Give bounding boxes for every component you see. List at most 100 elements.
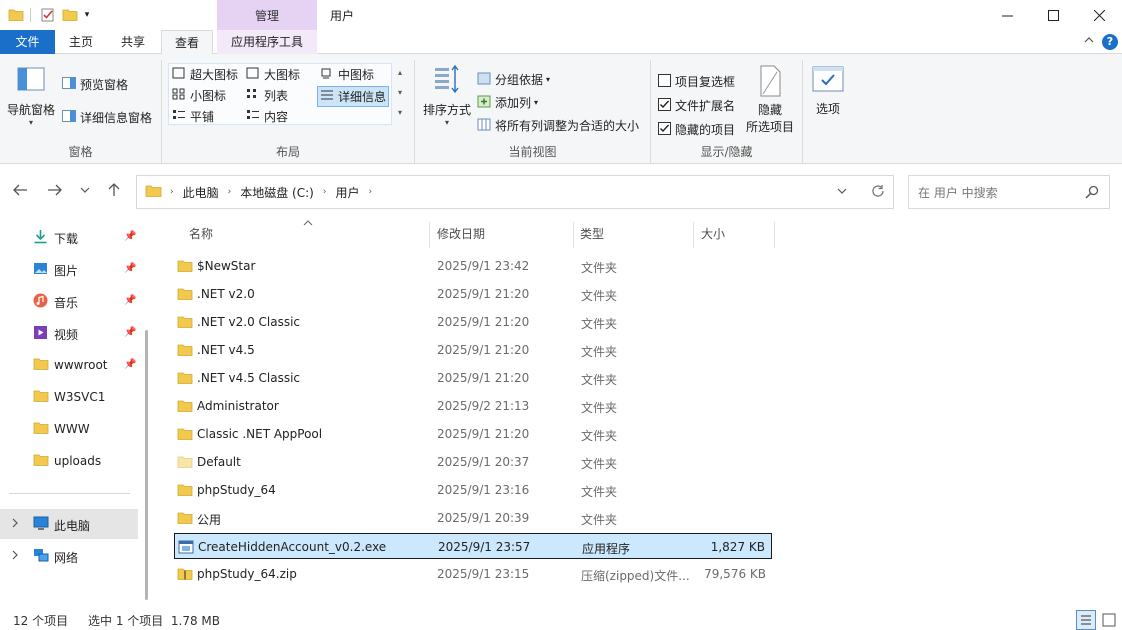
tab-app-tools[interactable]: 应用程序工具 bbox=[217, 30, 317, 54]
file-row[interactable]: CreateHiddenAccount_v0.2.exe 2025/9/1 23:… bbox=[174, 533, 772, 559]
folder-icon bbox=[33, 453, 49, 470]
breadcrumb-local-disk[interactable]: 本地磁盘 (C:) bbox=[240, 184, 314, 201]
pin-icon[interactable]: 📌 bbox=[124, 359, 136, 370]
size-columns-button[interactable]: 将所有列调整为合适的大小 bbox=[477, 117, 639, 134]
sidebar-item-music[interactable]: 音乐 📌 bbox=[0, 286, 140, 316]
pin-icon[interactable]: 📌 bbox=[124, 263, 136, 274]
new-folder-icon[interactable] bbox=[60, 6, 80, 24]
file-type: 文件夹 bbox=[581, 317, 618, 331]
file-row[interactable]: $NewStar 2025/9/1 23:42 文件夹 bbox=[174, 253, 772, 279]
file-row[interactable]: .NET v2.0 2025/9/1 21:20 文件夹 bbox=[174, 281, 772, 307]
item-checkboxes-toggle[interactable]: 项目复选框 bbox=[658, 73, 735, 90]
nav-pane-button[interactable]: 导航窗格 ▾ bbox=[6, 66, 56, 127]
address-dropdown-icon[interactable] bbox=[837, 185, 847, 199]
file-row[interactable]: Administrator 2025/9/2 21:13 文件夹 bbox=[174, 393, 772, 419]
hide-selected-button[interactable]: 隐藏 所选项目 bbox=[744, 64, 796, 135]
layout-medium[interactable]: 中图标 bbox=[320, 66, 374, 83]
breadcrumb-users[interactable]: 用户 bbox=[335, 184, 359, 201]
sidebar-item-www[interactable]: WWW bbox=[0, 414, 140, 444]
back-button[interactable] bbox=[12, 182, 28, 201]
layout-content[interactable]: 内容 bbox=[246, 108, 288, 125]
search-input[interactable]: 在 用户 中搜索 bbox=[908, 175, 1110, 209]
sidebar-item-downloads[interactable]: 下载 📌 bbox=[0, 222, 140, 252]
layout-small[interactable]: 小图标 bbox=[172, 87, 226, 104]
breadcrumb-chevron-icon[interactable]: › bbox=[170, 187, 174, 197]
pin-icon[interactable]: 📌 bbox=[124, 231, 136, 242]
close-button[interactable] bbox=[1076, 0, 1122, 30]
column-header-size[interactable]: 大小 bbox=[701, 220, 725, 248]
tab-home[interactable]: 主页 bbox=[58, 30, 104, 54]
file-name: Administrator bbox=[197, 399, 279, 413]
column-header-name[interactable]: 名称 bbox=[189, 220, 213, 248]
sidebar-item-videos[interactable]: 视频 📌 bbox=[0, 318, 140, 348]
sidebar-scrollbar[interactable] bbox=[145, 330, 148, 600]
preview-pane-button[interactable]: 预览窗格 bbox=[62, 76, 128, 93]
layout-details[interactable]: 详细信息 bbox=[317, 86, 390, 107]
breadcrumb-chevron-icon[interactable]: › bbox=[368, 187, 372, 197]
file-row[interactable]: Default 2025/9/1 20:37 文件夹 bbox=[174, 449, 772, 475]
folder-icon[interactable] bbox=[6, 6, 26, 24]
file-row[interactable]: phpStudy_64 2025/9/1 23:16 文件夹 bbox=[174, 477, 772, 503]
pin-icon[interactable]: 📌 bbox=[124, 295, 136, 306]
layout-list[interactable]: 列表 bbox=[246, 87, 288, 104]
properties-icon[interactable] bbox=[38, 6, 58, 24]
folder-icon bbox=[177, 287, 193, 304]
small-icons-icon bbox=[172, 88, 186, 103]
pin-icon[interactable]: 📌 bbox=[124, 327, 136, 338]
add-columns-button[interactable]: 添加列 ▾ bbox=[477, 94, 538, 111]
expand-chevron-icon[interactable] bbox=[11, 549, 19, 563]
file-row[interactable]: Classic .NET AppPool 2025/9/1 21:20 文件夹 bbox=[174, 421, 772, 447]
collapse-ribbon-icon[interactable] bbox=[1083, 34, 1099, 50]
column-header-type[interactable]: 类型 bbox=[580, 220, 604, 248]
file-name: Default bbox=[197, 455, 241, 469]
sort-by-button[interactable]: 排序方式 ▾ bbox=[419, 64, 475, 127]
forward-button[interactable] bbox=[47, 182, 63, 201]
options-button[interactable]: 选项 bbox=[808, 66, 848, 117]
customize-toolbar-icon[interactable]: ▾ bbox=[80, 6, 94, 24]
breadcrumb-chevron-icon[interactable]: › bbox=[228, 187, 232, 197]
file-row[interactable]: .NET v4.5 Classic 2025/9/1 21:20 文件夹 bbox=[174, 365, 772, 391]
layout-large[interactable]: 大图标 bbox=[246, 66, 300, 83]
tab-share[interactable]: 共享 bbox=[110, 30, 156, 54]
hidden-items-toggle[interactable]: 隐藏的项目 bbox=[658, 121, 735, 138]
sidebar-item-uploads[interactable]: uploads bbox=[0, 446, 140, 476]
file-row[interactable]: .NET v2.0 Classic 2025/9/1 21:20 文件夹 bbox=[174, 309, 772, 335]
search-icon[interactable] bbox=[1085, 185, 1099, 202]
sidebar-item-pictures[interactable]: 图片 📌 bbox=[0, 254, 140, 284]
details-view-button[interactable] bbox=[1076, 610, 1096, 630]
folder-icon bbox=[33, 421, 49, 438]
file-type: 文件夹 bbox=[581, 401, 618, 415]
layout-scroll[interactable]: ▴ ▾ ▾ bbox=[394, 63, 406, 125]
help-icon[interactable]: ? bbox=[1102, 34, 1118, 50]
expand-chevron-icon[interactable] bbox=[11, 517, 19, 531]
tab-view[interactable]: 查看 bbox=[161, 30, 213, 55]
breadcrumb-chevron-icon[interactable]: › bbox=[323, 187, 327, 197]
file-row[interactable]: .NET v4.5 2025/9/1 21:20 文件夹 bbox=[174, 337, 772, 363]
file-row[interactable]: 公用 2025/9/1 20:39 文件夹 bbox=[174, 505, 772, 531]
recent-locations-button[interactable] bbox=[80, 182, 90, 201]
large-icons-view-button[interactable] bbox=[1099, 610, 1119, 630]
column-header-date[interactable]: 修改日期 bbox=[437, 220, 485, 248]
file-row[interactable]: phpStudy_64.zip 2025/9/1 23:15 压缩(zipped)文… bbox=[174, 561, 772, 587]
tab-file[interactable]: 文件 bbox=[0, 30, 55, 54]
tab-manage[interactable]: 管理 bbox=[217, 0, 317, 31]
sidebar-item-network[interactable]: 网络 bbox=[0, 541, 140, 571]
file-extensions-toggle[interactable]: 文件扩展名 bbox=[658, 97, 735, 114]
folder-icon bbox=[33, 357, 49, 374]
breadcrumb-this-pc[interactable]: 此电脑 bbox=[183, 184, 219, 201]
up-button[interactable] bbox=[106, 182, 122, 201]
layout-extra-large[interactable]: 超大图标 bbox=[172, 66, 238, 83]
minimize-button[interactable] bbox=[984, 0, 1030, 30]
sidebar-item-this-pc[interactable]: 此电脑 bbox=[0, 509, 138, 539]
sidebar-item-wwwroot[interactable]: wwwroot 📌 bbox=[0, 350, 140, 380]
folder-icon bbox=[177, 259, 193, 276]
layout-tiles[interactable]: 平铺 bbox=[172, 108, 214, 125]
sidebar-item-w3svc1[interactable]: W3SVC1 bbox=[0, 382, 140, 412]
file-name: $NewStar bbox=[197, 259, 256, 273]
maximize-button[interactable] bbox=[1030, 0, 1076, 30]
file-date: 2025/9/2 21:13 bbox=[437, 399, 530, 413]
details-pane-button[interactable]: 详细信息窗格 bbox=[62, 109, 152, 126]
refresh-icon[interactable] bbox=[871, 184, 885, 201]
group-by-button[interactable]: 分组依据 ▾ bbox=[477, 71, 550, 88]
address-bar[interactable]: › 此电脑 › 本地磁盘 (C:) › 用户 › bbox=[136, 175, 894, 209]
